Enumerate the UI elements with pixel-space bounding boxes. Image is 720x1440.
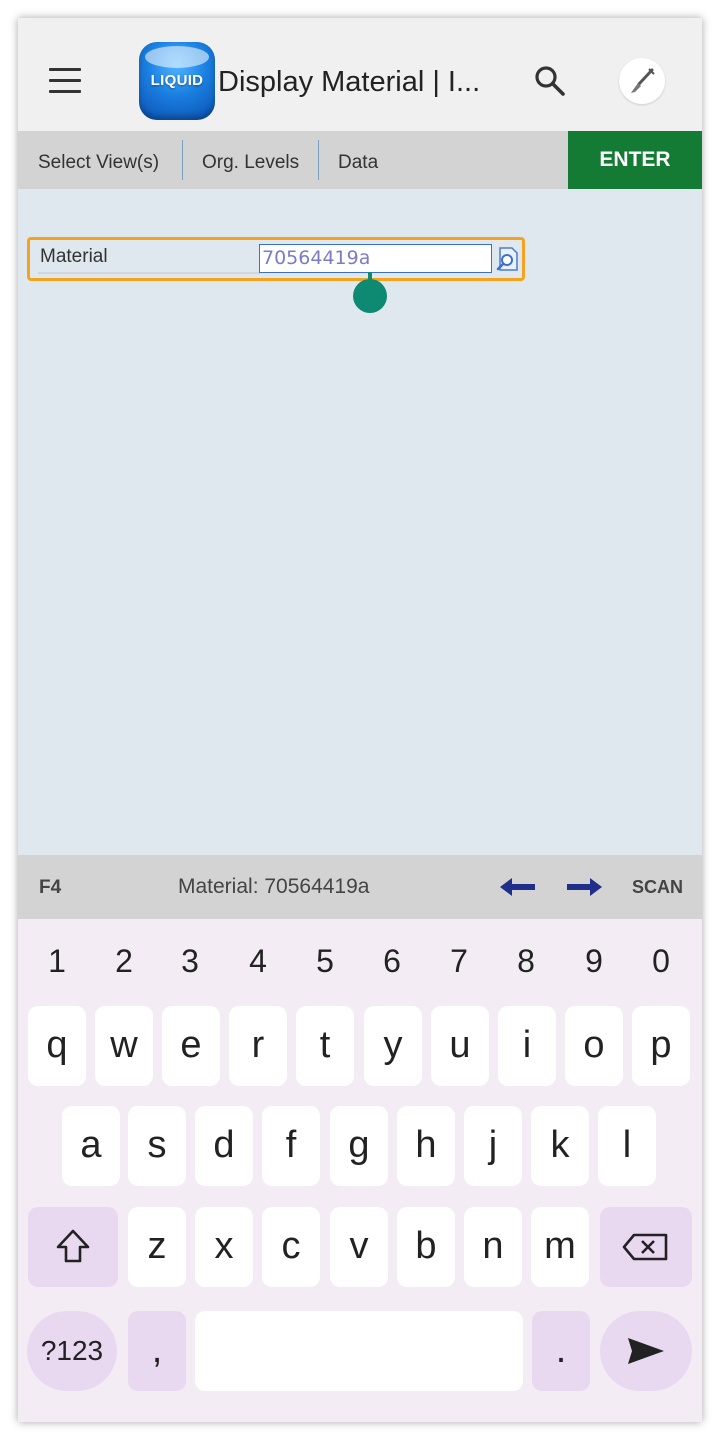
material-label: Material bbox=[40, 246, 108, 267]
key-z[interactable]: z bbox=[128, 1207, 186, 1287]
brush-button[interactable] bbox=[619, 58, 665, 104]
key-6[interactable]: 6 bbox=[372, 943, 412, 980]
key-3[interactable]: 3 bbox=[170, 943, 210, 980]
key-7[interactable]: 7 bbox=[439, 943, 479, 980]
comma-key[interactable]: , bbox=[128, 1311, 186, 1391]
shift-icon bbox=[56, 1229, 90, 1263]
status-bar: F4 Material: 70564419a SCAN bbox=[18, 855, 702, 919]
search-icon[interactable] bbox=[533, 64, 567, 98]
key-2[interactable]: 2 bbox=[104, 943, 144, 980]
key-u[interactable]: u bbox=[431, 1006, 489, 1086]
key-c[interactable]: c bbox=[262, 1207, 320, 1287]
key-n[interactable]: n bbox=[464, 1207, 522, 1287]
key-h[interactable]: h bbox=[397, 1106, 455, 1186]
key-o[interactable]: o bbox=[565, 1006, 623, 1086]
tab-data[interactable]: Data bbox=[338, 131, 378, 189]
shift-key[interactable] bbox=[28, 1207, 118, 1287]
key-p[interactable]: p bbox=[632, 1006, 690, 1086]
key-5[interactable]: 5 bbox=[305, 943, 345, 980]
key-0[interactable]: 0 bbox=[641, 943, 681, 980]
brush-icon bbox=[631, 68, 655, 93]
key-m[interactable]: m bbox=[531, 1207, 589, 1287]
key-b[interactable]: b bbox=[397, 1207, 455, 1287]
key-f[interactable]: f bbox=[262, 1106, 320, 1186]
text-cursor-handle[interactable] bbox=[353, 279, 387, 313]
tab-org-levels[interactable]: Org. Levels bbox=[202, 131, 299, 189]
f4-button[interactable]: F4 bbox=[39, 877, 61, 899]
send-key[interactable] bbox=[600, 1311, 692, 1391]
hamburger-icon[interactable] bbox=[49, 68, 83, 94]
app-window: LIQUID Display Material | I... Select Vi… bbox=[18, 18, 702, 1422]
key-4[interactable]: 4 bbox=[238, 943, 278, 980]
key-s[interactable]: s bbox=[128, 1106, 186, 1186]
symbols-key[interactable]: ?123 bbox=[27, 1311, 117, 1391]
arrow-left-icon[interactable] bbox=[498, 875, 538, 899]
backspace-icon bbox=[622, 1233, 668, 1261]
key-1[interactable]: 1 bbox=[37, 943, 77, 980]
tab-select-views[interactable]: Select View(s) bbox=[38, 131, 159, 189]
key-y[interactable]: y bbox=[364, 1006, 422, 1086]
key-q[interactable]: q bbox=[28, 1006, 86, 1086]
key-l[interactable]: l bbox=[598, 1106, 656, 1186]
key-x[interactable]: x bbox=[195, 1207, 253, 1287]
key-g[interactable]: g bbox=[330, 1106, 388, 1186]
key-a[interactable]: a bbox=[62, 1106, 120, 1186]
arrow-right-icon[interactable] bbox=[564, 875, 604, 899]
key-d[interactable]: d bbox=[195, 1106, 253, 1186]
space-key[interactable] bbox=[195, 1311, 523, 1391]
enter-button[interactable]: ENTER bbox=[568, 131, 702, 189]
tab-divider bbox=[318, 140, 319, 180]
key-i[interactable]: i bbox=[498, 1006, 556, 1086]
liquid-logo: LIQUID bbox=[139, 42, 215, 120]
label-underline bbox=[38, 272, 260, 274]
search-lookup-icon[interactable] bbox=[494, 245, 522, 273]
app-bar: LIQUID Display Material | I... bbox=[18, 18, 702, 131]
backspace-key[interactable] bbox=[600, 1207, 692, 1287]
key-e[interactable]: e bbox=[162, 1006, 220, 1086]
key-k[interactable]: k bbox=[531, 1106, 589, 1186]
logo-text: LIQUID bbox=[150, 72, 204, 89]
key-t[interactable]: t bbox=[296, 1006, 354, 1086]
key-9[interactable]: 9 bbox=[574, 943, 614, 980]
key-j[interactable]: j bbox=[464, 1106, 522, 1186]
period-key[interactable]: . bbox=[532, 1311, 590, 1391]
key-8[interactable]: 8 bbox=[506, 943, 546, 980]
tab-divider bbox=[182, 140, 183, 180]
material-field-row: Material 70564419a bbox=[27, 237, 525, 281]
scan-button[interactable]: SCAN bbox=[632, 877, 683, 898]
page-title: Display Material | I... bbox=[218, 66, 481, 98]
key-w[interactable]: w bbox=[95, 1006, 153, 1086]
send-icon bbox=[628, 1338, 664, 1364]
tab-bar: Select View(s) Org. Levels Data ENTER bbox=[18, 131, 702, 189]
key-v[interactable]: v bbox=[330, 1207, 388, 1287]
key-r[interactable]: r bbox=[229, 1006, 287, 1086]
material-input[interactable]: 70564419a bbox=[259, 244, 492, 273]
status-text: Material: 70564419a bbox=[178, 875, 370, 898]
soft-keyboard: 1 2 3 4 5 6 7 8 9 0 q w e r t y u i o p … bbox=[18, 919, 702, 1422]
